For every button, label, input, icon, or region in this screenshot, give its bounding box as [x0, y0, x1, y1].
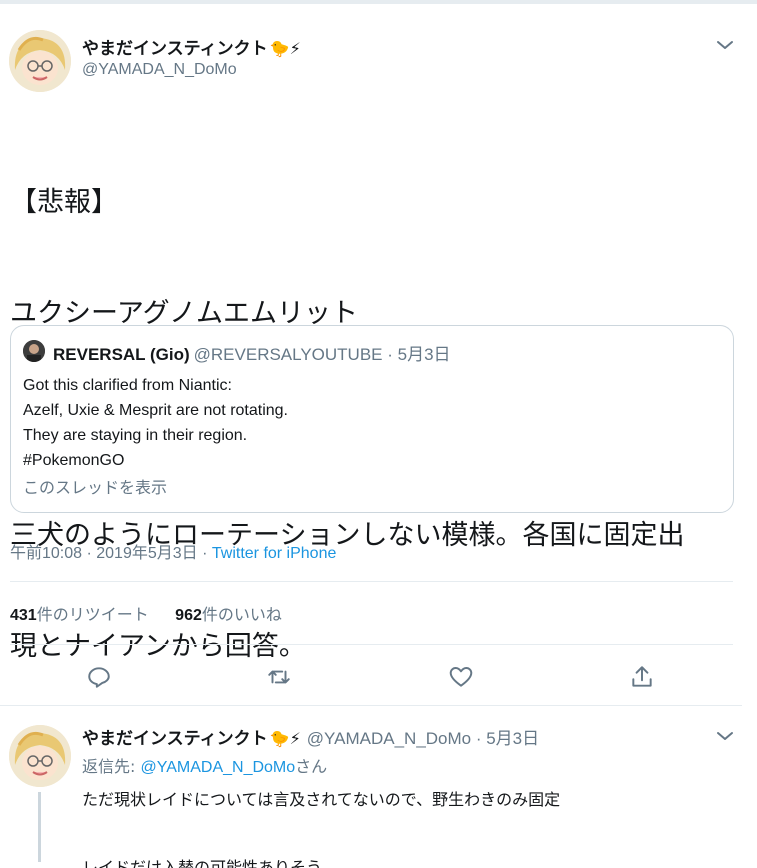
reply-line: ただ現状レイドについては言及されてないので、野生わきのみ固定: [82, 790, 561, 809]
quote-author-handle: @REVERSALYOUTUBE · 5月3日: [193, 345, 451, 364]
retweets-count: 431: [10, 607, 37, 624]
source-link[interactable]: Twitter for iPhone: [212, 545, 337, 562]
thread-line: [38, 792, 41, 862]
divider: [10, 581, 733, 582]
replying-prefix: 返信先:: [82, 757, 141, 776]
chevron-down-icon[interactable]: [713, 724, 737, 748]
timestamp[interactable]: 午前10:08 · 2019年5月3日 ·: [10, 545, 212, 562]
tweet-line: 【悲報】: [10, 187, 118, 218]
reply-separator: [0, 705, 742, 715]
avatar[interactable]: [9, 30, 71, 92]
reply-avatar[interactable]: [9, 725, 71, 787]
reply-author-name-text: やまだインスティンクト: [82, 729, 268, 749]
show-thread-link[interactable]: このスレッドを表示: [23, 474, 167, 498]
reply-text: ただ現状レイドについては言及されてないので、野生わきのみ固定 レイドだけ入替の可…: [82, 783, 560, 868]
reply-line: [82, 817, 560, 851]
tweet-meta: 午前10:08 · 2019年5月3日 · Twitter for iPhone: [10, 539, 336, 563]
reply-author-handle[interactable]: @YAMADA_N_DoMo · 5月3日: [307, 729, 539, 748]
share-button[interactable]: [625, 660, 659, 694]
likes-label: 件のいいね: [201, 607, 282, 624]
action-bar: [0, 660, 742, 694]
like-button[interactable]: [444, 660, 478, 694]
avatar-illustration: [9, 30, 71, 92]
author-name[interactable]: やまだインスティンクト 🐤⚡: [82, 34, 301, 59]
reply-header: やまだインスティンクト 🐤⚡ @YAMADA_N_DoMo · 5月3日: [82, 724, 539, 749]
top-bar: [0, 0, 757, 4]
quote-header: REVERSAL (Gio) @REVERSALYOUTUBE · 5月3日: [53, 340, 451, 365]
divider: [10, 644, 733, 645]
name-emoji: 🐤⚡: [269, 729, 301, 748]
retweets-label: 件のリツイート: [36, 607, 149, 624]
likes-stat[interactable]: 962件のいいね: [175, 607, 282, 624]
reply-icon: [88, 667, 110, 688]
quote-line: Got this clarified from Niantic:: [23, 377, 232, 394]
retweet-icon: [268, 670, 290, 684]
quote-body: Got this clarified from Niantic: Azelf, …: [23, 373, 288, 473]
name-emoji: 🐤⚡: [269, 39, 301, 58]
replying-suffix: さん: [295, 757, 328, 776]
mention-link[interactable]: @YAMADA_N_DoMo: [140, 759, 295, 776]
reply-button[interactable]: [82, 660, 116, 694]
author-handle[interactable]: @YAMADA_N_DoMo: [82, 61, 237, 79]
quote-line: Azelf, Uxie & Mesprit are not rotating.: [23, 402, 288, 419]
quote-author-name: REVERSAL (Gio): [53, 345, 190, 364]
quote-line: They are staying in their region.: [23, 427, 248, 444]
chevron-down-icon[interactable]: [713, 33, 737, 57]
reply-line: レイドだけ入替の可能性ありそう: [82, 858, 323, 868]
retweet-button[interactable]: [262, 660, 296, 694]
heart-icon: [449, 667, 473, 687]
tweet-stats: 431件のリツイート 962件のいいね: [10, 601, 282, 625]
quote-hashtag[interactable]: #PokemonGO: [23, 448, 288, 473]
share-icon: [632, 666, 652, 687]
replying-to: 返信先: @YAMADA_N_DoMoさん: [82, 753, 327, 777]
avatar-illustration: [9, 725, 71, 787]
quote-avatar: [23, 340, 45, 362]
likes-count: 962: [175, 607, 202, 624]
author-name-text: やまだインスティンクト: [82, 39, 268, 59]
reply-author-name[interactable]: やまだインスティンクト 🐤⚡: [82, 729, 301, 749]
retweets-stat[interactable]: 431件のリツイート: [10, 607, 149, 624]
quoted-tweet[interactable]: REVERSAL (Gio) @REVERSALYOUTUBE · 5月3日 Go…: [10, 325, 734, 513]
